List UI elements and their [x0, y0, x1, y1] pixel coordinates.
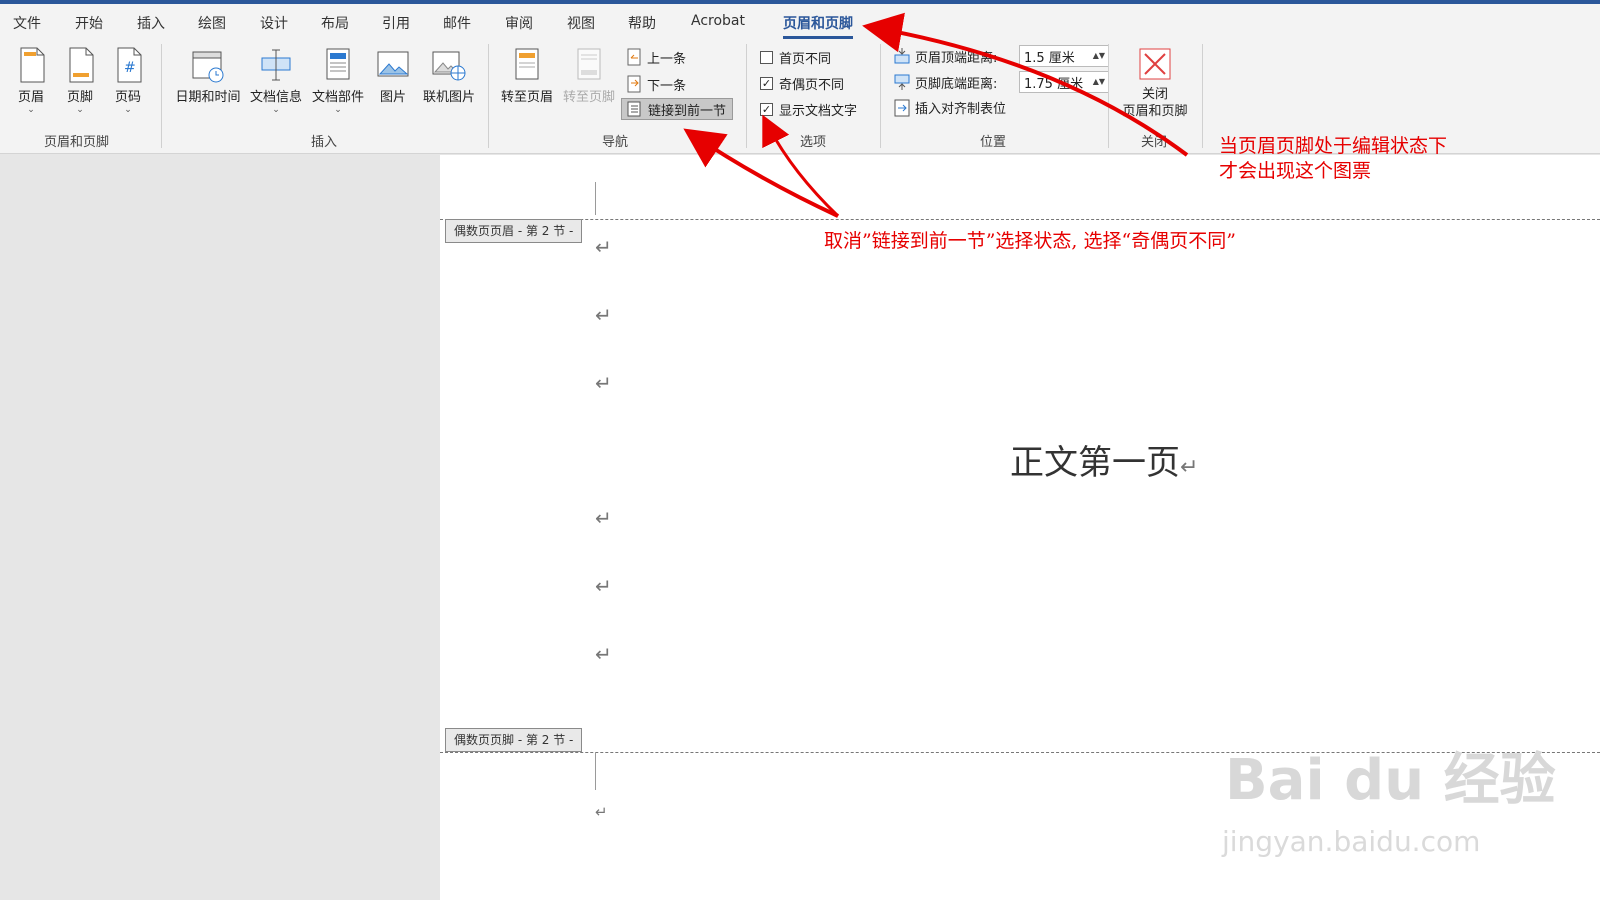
chevron-down-icon: ⌄: [334, 105, 342, 115]
goto-footer-button: 转至页脚: [560, 46, 618, 105]
document-info-icon: [261, 49, 291, 81]
annotation-note-right: 当页眉页脚处于编辑状态下 才会出现这个图票: [1219, 135, 1448, 182]
date-time-button[interactable]: 日期和时间: [173, 46, 243, 105]
paragraph-mark: ↵: [595, 803, 608, 821]
close-header-footer-button[interactable]: 关闭 页眉和页脚: [1118, 46, 1192, 120]
group-label-insert: 插入: [311, 135, 338, 150]
paragraph-mark: ↵: [595, 642, 612, 666]
footer-bottom-distance: 页脚底端距离: 1.75 厘米 ▲▼: [893, 71, 1109, 93]
footer-distance-icon: [894, 74, 910, 90]
svg-text:#: #: [124, 60, 136, 76]
alignment-tab-icon: [894, 99, 910, 116]
group-divider: [1202, 44, 1203, 148]
first-page-different-checkbox[interactable]: 首页不同: [760, 48, 831, 67]
spinner-arrows-icon[interactable]: ▲▼: [1093, 78, 1105, 86]
even-page-header-tab[interactable]: 偶数页页眉 - 第 2 节 -: [445, 219, 583, 243]
paragraph-mark: ↵: [595, 235, 612, 259]
document-info-button[interactable]: 文档信息 ⌄: [247, 46, 305, 115]
tab-references[interactable]: 引用: [382, 13, 410, 33]
group-divider: [161, 44, 162, 148]
checkbox-checked-icon: ✓: [760, 77, 773, 90]
footer-button[interactable]: 页脚 ⌄: [63, 46, 97, 115]
paragraph-mark: ↵: [595, 574, 612, 598]
annotation-note-center: 取消”链接到前一节”选择状态, 选择“奇偶页不同”: [824, 230, 1236, 252]
chevron-down-icon: ⌄: [124, 105, 132, 115]
quick-parts-button[interactable]: 文档部件 ⌄: [309, 46, 367, 115]
body-text[interactable]: 正文第一页↵: [1010, 435, 1198, 484]
group-divider: [488, 44, 489, 148]
previous-section-button[interactable]: 上一条: [625, 46, 686, 68]
next-section-button[interactable]: 下一条: [625, 73, 686, 95]
picture-icon: [377, 51, 409, 77]
group-label-header-footer: 页眉和页脚: [44, 135, 110, 150]
tab-file[interactable]: 文件: [13, 13, 41, 33]
baidu-watermark-url: jingyan.baidu.com: [1222, 825, 1481, 858]
paragraph-mark: ↵: [595, 303, 612, 327]
close-icon: [1139, 48, 1171, 80]
group-label-close: 关闭: [1141, 135, 1168, 150]
group-divider: [880, 44, 881, 148]
header-icon: [20, 47, 45, 83]
group-label-position: 位置: [980, 135, 1007, 150]
tab-insert[interactable]: 插入: [137, 13, 165, 33]
picture-button[interactable]: 图片: [375, 46, 411, 105]
footer-icon: [69, 47, 94, 83]
header-distance-input[interactable]: 1.5 厘米 ▲▼: [1019, 45, 1109, 67]
link-to-previous-button[interactable]: 链接到前一节: [621, 98, 734, 120]
tab-acrobat[interactable]: Acrobat: [691, 13, 745, 29]
page-number-icon: #: [117, 47, 142, 83]
tab-help[interactable]: 帮助: [628, 13, 656, 33]
header-boundary: [440, 219, 1600, 220]
insert-alignment-tab-button[interactable]: 插入对齐制表位: [893, 98, 1006, 117]
footer-distance-input[interactable]: 1.75 厘米 ▲▼: [1019, 71, 1109, 93]
chevron-down-icon: ⌄: [27, 105, 35, 115]
header-distance-icon: [894, 48, 910, 64]
margin-guide: [595, 753, 596, 790]
show-document-text-checkbox[interactable]: ✓ 显示文档文字: [760, 100, 857, 119]
page-number-button[interactable]: # 页码 ⌄: [111, 46, 145, 115]
tab-draw[interactable]: 绘图: [198, 13, 226, 33]
goto-header-icon: [515, 48, 539, 80]
goto-footer-icon: [577, 48, 601, 80]
tab-header-footer[interactable]: 页眉和页脚: [783, 13, 853, 39]
header-button[interactable]: 页眉 ⌄: [14, 46, 48, 115]
tab-mailings[interactable]: 邮件: [443, 13, 471, 33]
tab-home[interactable]: 开始: [75, 13, 103, 33]
chevron-down-icon: ⌄: [76, 105, 84, 115]
online-picture-button[interactable]: 联机图片: [420, 46, 478, 105]
baidu-watermark: Bai du 经验: [1225, 748, 1556, 813]
group-label-navigation: 导航: [602, 135, 629, 150]
spinner-arrows-icon[interactable]: ▲▼: [1093, 52, 1105, 60]
goto-header-button[interactable]: 转至页眉: [498, 46, 556, 105]
tab-review[interactable]: 审阅: [505, 13, 533, 33]
checkbox-checked-icon: ✓: [760, 103, 773, 116]
next-icon: [627, 75, 641, 93]
paragraph-mark: ↵: [595, 371, 612, 395]
group-divider: [1108, 44, 1109, 148]
checkbox-unchecked-icon: [760, 51, 773, 64]
previous-icon: [627, 48, 641, 66]
odd-even-different-checkbox[interactable]: ✓ 奇偶页不同: [760, 74, 844, 93]
tab-layout[interactable]: 布局: [321, 13, 349, 33]
menu-bar: 文件 开始 插入 绘图 设计 布局 引用 邮件 审阅 视图 帮助 Acrobat…: [0, 4, 1600, 40]
group-divider: [746, 44, 747, 148]
tab-view[interactable]: 视图: [567, 13, 595, 33]
quick-parts-icon: [326, 48, 350, 80]
even-page-footer-tab[interactable]: 偶数页页脚 - 第 2 节 -: [445, 728, 583, 752]
chevron-down-icon: ⌄: [272, 105, 280, 115]
header-top-distance: 页眉顶端距离: 1.5 厘米 ▲▼: [893, 45, 1109, 67]
tab-design[interactable]: 设计: [260, 13, 288, 33]
online-picture-icon: [432, 51, 466, 81]
calendar-clock-icon: [192, 51, 224, 83]
margin-guide: [595, 182, 596, 215]
paragraph-mark: ↵: [595, 506, 612, 530]
link-icon: [627, 101, 641, 117]
group-label-options: 选项: [800, 135, 827, 150]
